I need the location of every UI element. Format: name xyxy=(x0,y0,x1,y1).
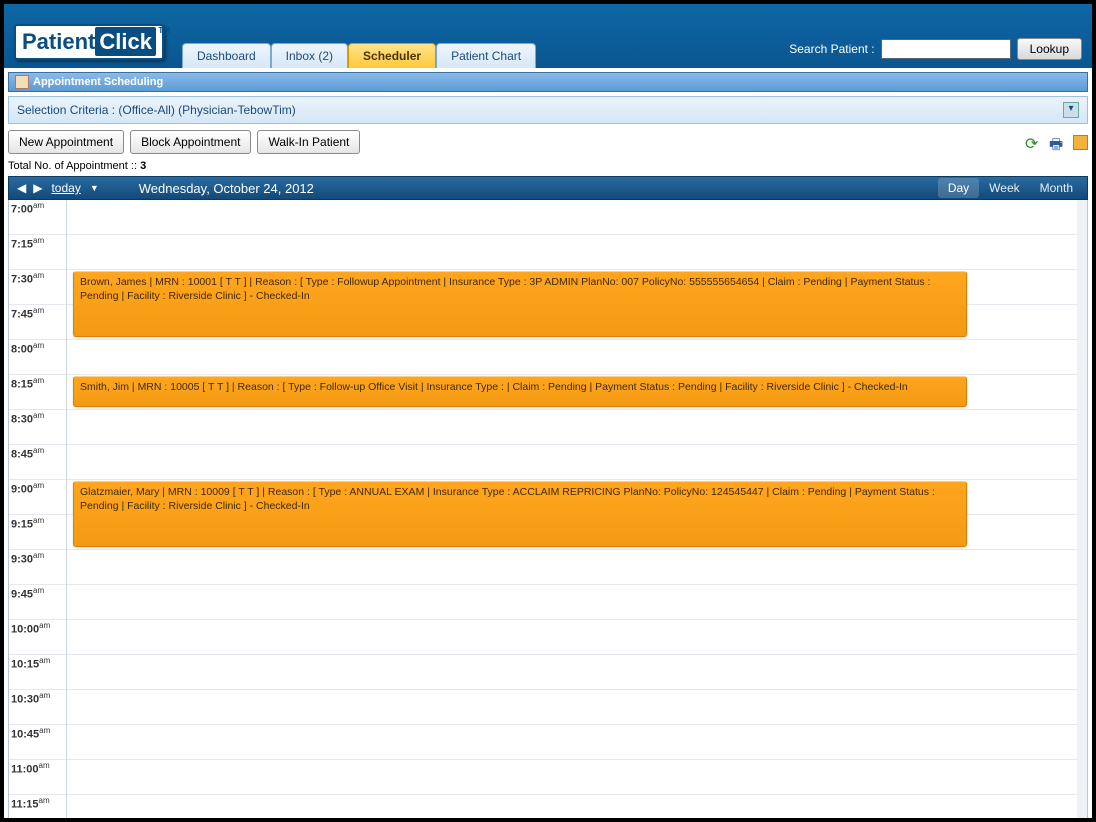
selection-criteria-text: Selection Criteria : (Office-All) (Physi… xyxy=(17,103,296,117)
grid-row[interactable] xyxy=(67,725,1087,760)
tab-patient-chart[interactable]: Patient Chart xyxy=(436,43,536,68)
grid-row[interactable] xyxy=(67,550,1087,585)
calendar-icon xyxy=(15,75,29,89)
view-tab-week[interactable]: Week xyxy=(979,178,1029,198)
search-label: Search Patient : xyxy=(789,42,874,56)
event-area[interactable]: Brown, James | MRN : 10001 [ T T ] | Rea… xyxy=(67,200,1087,818)
time-slot: 10:45am xyxy=(9,725,66,760)
module-title-bar: Appointment Scheduling xyxy=(8,72,1088,92)
time-label: 11:00am xyxy=(11,761,50,776)
logo-tm: TM xyxy=(158,26,170,35)
grid-row[interactable] xyxy=(67,410,1087,445)
time-slot: 7:30am xyxy=(9,270,66,305)
logo-text-left: Patient xyxy=(22,29,95,54)
time-slot: 8:30am xyxy=(9,410,66,445)
time-label: 11:15am xyxy=(11,796,50,811)
time-label: 8:00am xyxy=(11,341,44,356)
tab-scheduler[interactable]: Scheduler xyxy=(348,43,436,68)
time-label: 7:15am xyxy=(11,236,44,251)
time-label: 7:00am xyxy=(11,201,44,216)
lookup-button[interactable]: Lookup xyxy=(1017,38,1082,60)
current-date-label: Wednesday, October 24, 2012 xyxy=(139,181,314,196)
time-slot: 10:00am xyxy=(9,620,66,655)
time-slot: 9:30am xyxy=(9,550,66,585)
time-slot: 8:15am xyxy=(9,375,66,410)
total-count: 3 xyxy=(140,160,146,172)
action-toolbar: New Appointment Block Appointment Walk-I… xyxy=(8,130,1088,154)
grid-row[interactable] xyxy=(67,760,1087,795)
time-slot: 7:00am xyxy=(9,200,66,235)
main-tabs: Dashboard Inbox (2) Scheduler Patient Ch… xyxy=(182,43,536,68)
appointment-block[interactable]: Brown, James | MRN : 10001 [ T T ] | Rea… xyxy=(73,271,967,337)
grid-row[interactable] xyxy=(67,200,1087,235)
app-header: PatientClick TM Dashboard Inbox (2) Sche… xyxy=(4,4,1092,68)
selection-criteria-bar[interactable]: Selection Criteria : (Office-All) (Physi… xyxy=(8,96,1088,124)
next-day-button[interactable]: ▶ xyxy=(31,181,44,195)
time-label: 10:45am xyxy=(11,726,50,741)
calendar-nav-bar: ◀ ▶ today ▼ Wednesday, October 24, 2012 … xyxy=(8,176,1088,200)
time-slot: 9:45am xyxy=(9,585,66,620)
appointment-block[interactable]: Glatzmaier, Mary | MRN : 10009 [ T T ] |… xyxy=(73,481,967,547)
time-label: 10:15am xyxy=(11,656,50,671)
time-label: 8:15am xyxy=(11,376,44,391)
time-slot: 10:15am xyxy=(9,655,66,690)
app-logo: PatientClick TM xyxy=(14,24,164,60)
time-label: 8:45am xyxy=(11,446,44,461)
walk-in-patient-button[interactable]: Walk-In Patient xyxy=(257,130,360,154)
time-slot: 7:15am xyxy=(9,235,66,270)
export-icon[interactable] xyxy=(1073,135,1088,150)
time-label: 8:30am xyxy=(11,411,44,426)
time-label: 10:30am xyxy=(11,691,50,706)
print-icon[interactable]: 🖶 xyxy=(1049,134,1065,150)
scrollbar[interactable] xyxy=(1077,200,1087,818)
new-appointment-button[interactable]: New Appointment xyxy=(8,130,124,154)
calendar-body: 7:00am 7:15am 7:30am 7:45am 8:00am 8:15am 8:30… xyxy=(8,200,1088,818)
time-slot: 8:00am xyxy=(9,340,66,375)
grid-row[interactable] xyxy=(67,585,1087,620)
time-slot: 8:45am xyxy=(9,445,66,480)
grid-row[interactable] xyxy=(67,445,1087,480)
time-column: 7:00am 7:15am 7:30am 7:45am 8:00am 8:15am 8:30… xyxy=(9,200,67,818)
date-dropdown-icon[interactable]: ▼ xyxy=(90,183,99,193)
grid-row[interactable] xyxy=(67,235,1087,270)
view-tab-day[interactable]: Day xyxy=(938,178,979,198)
time-label: 9:15am xyxy=(11,516,44,531)
time-label: 9:30am xyxy=(11,551,44,566)
total-appointments: Total No. of Appointment :: 3 xyxy=(8,160,1084,172)
time-slot: 11:15am xyxy=(9,795,66,818)
time-label: 9:00am xyxy=(11,481,44,496)
time-label: 7:45am xyxy=(11,306,44,321)
time-slot: 7:45am xyxy=(9,305,66,340)
total-label: Total No. of Appointment :: xyxy=(8,160,140,172)
prev-day-button[interactable]: ◀ xyxy=(15,181,28,195)
time-label: 7:30am xyxy=(11,271,44,286)
grid-row[interactable] xyxy=(67,795,1087,818)
logo-text-right: Click xyxy=(95,27,156,56)
time-slot: 9:15am xyxy=(9,515,66,550)
tab-inbox[interactable]: Inbox (2) xyxy=(271,43,348,68)
block-appointment-button[interactable]: Block Appointment xyxy=(130,130,251,154)
module-title: Appointment Scheduling xyxy=(33,76,163,88)
time-label: 9:45am xyxy=(11,586,44,601)
patient-search: Search Patient : Lookup xyxy=(789,38,1082,60)
grid-row[interactable] xyxy=(67,690,1087,725)
view-tab-month[interactable]: Month xyxy=(1030,178,1083,198)
appointment-block[interactable]: Smith, Jim | MRN : 10005 [ T T ] | Reaso… xyxy=(73,376,967,407)
time-label: 10:00am xyxy=(11,621,50,636)
search-input[interactable] xyxy=(881,39,1011,59)
grid-row[interactable] xyxy=(67,655,1087,690)
refresh-icon[interactable]: ⟳ xyxy=(1025,134,1041,150)
today-link[interactable]: today xyxy=(51,181,80,195)
tab-dashboard[interactable]: Dashboard xyxy=(182,43,271,68)
grid-row[interactable] xyxy=(67,340,1087,375)
time-slot: 9:00am xyxy=(9,480,66,515)
chevron-down-icon[interactable]: ▾ xyxy=(1063,102,1079,118)
time-slot: 10:30am xyxy=(9,690,66,725)
time-slot: 11:00am xyxy=(9,760,66,795)
grid-row[interactable] xyxy=(67,620,1087,655)
